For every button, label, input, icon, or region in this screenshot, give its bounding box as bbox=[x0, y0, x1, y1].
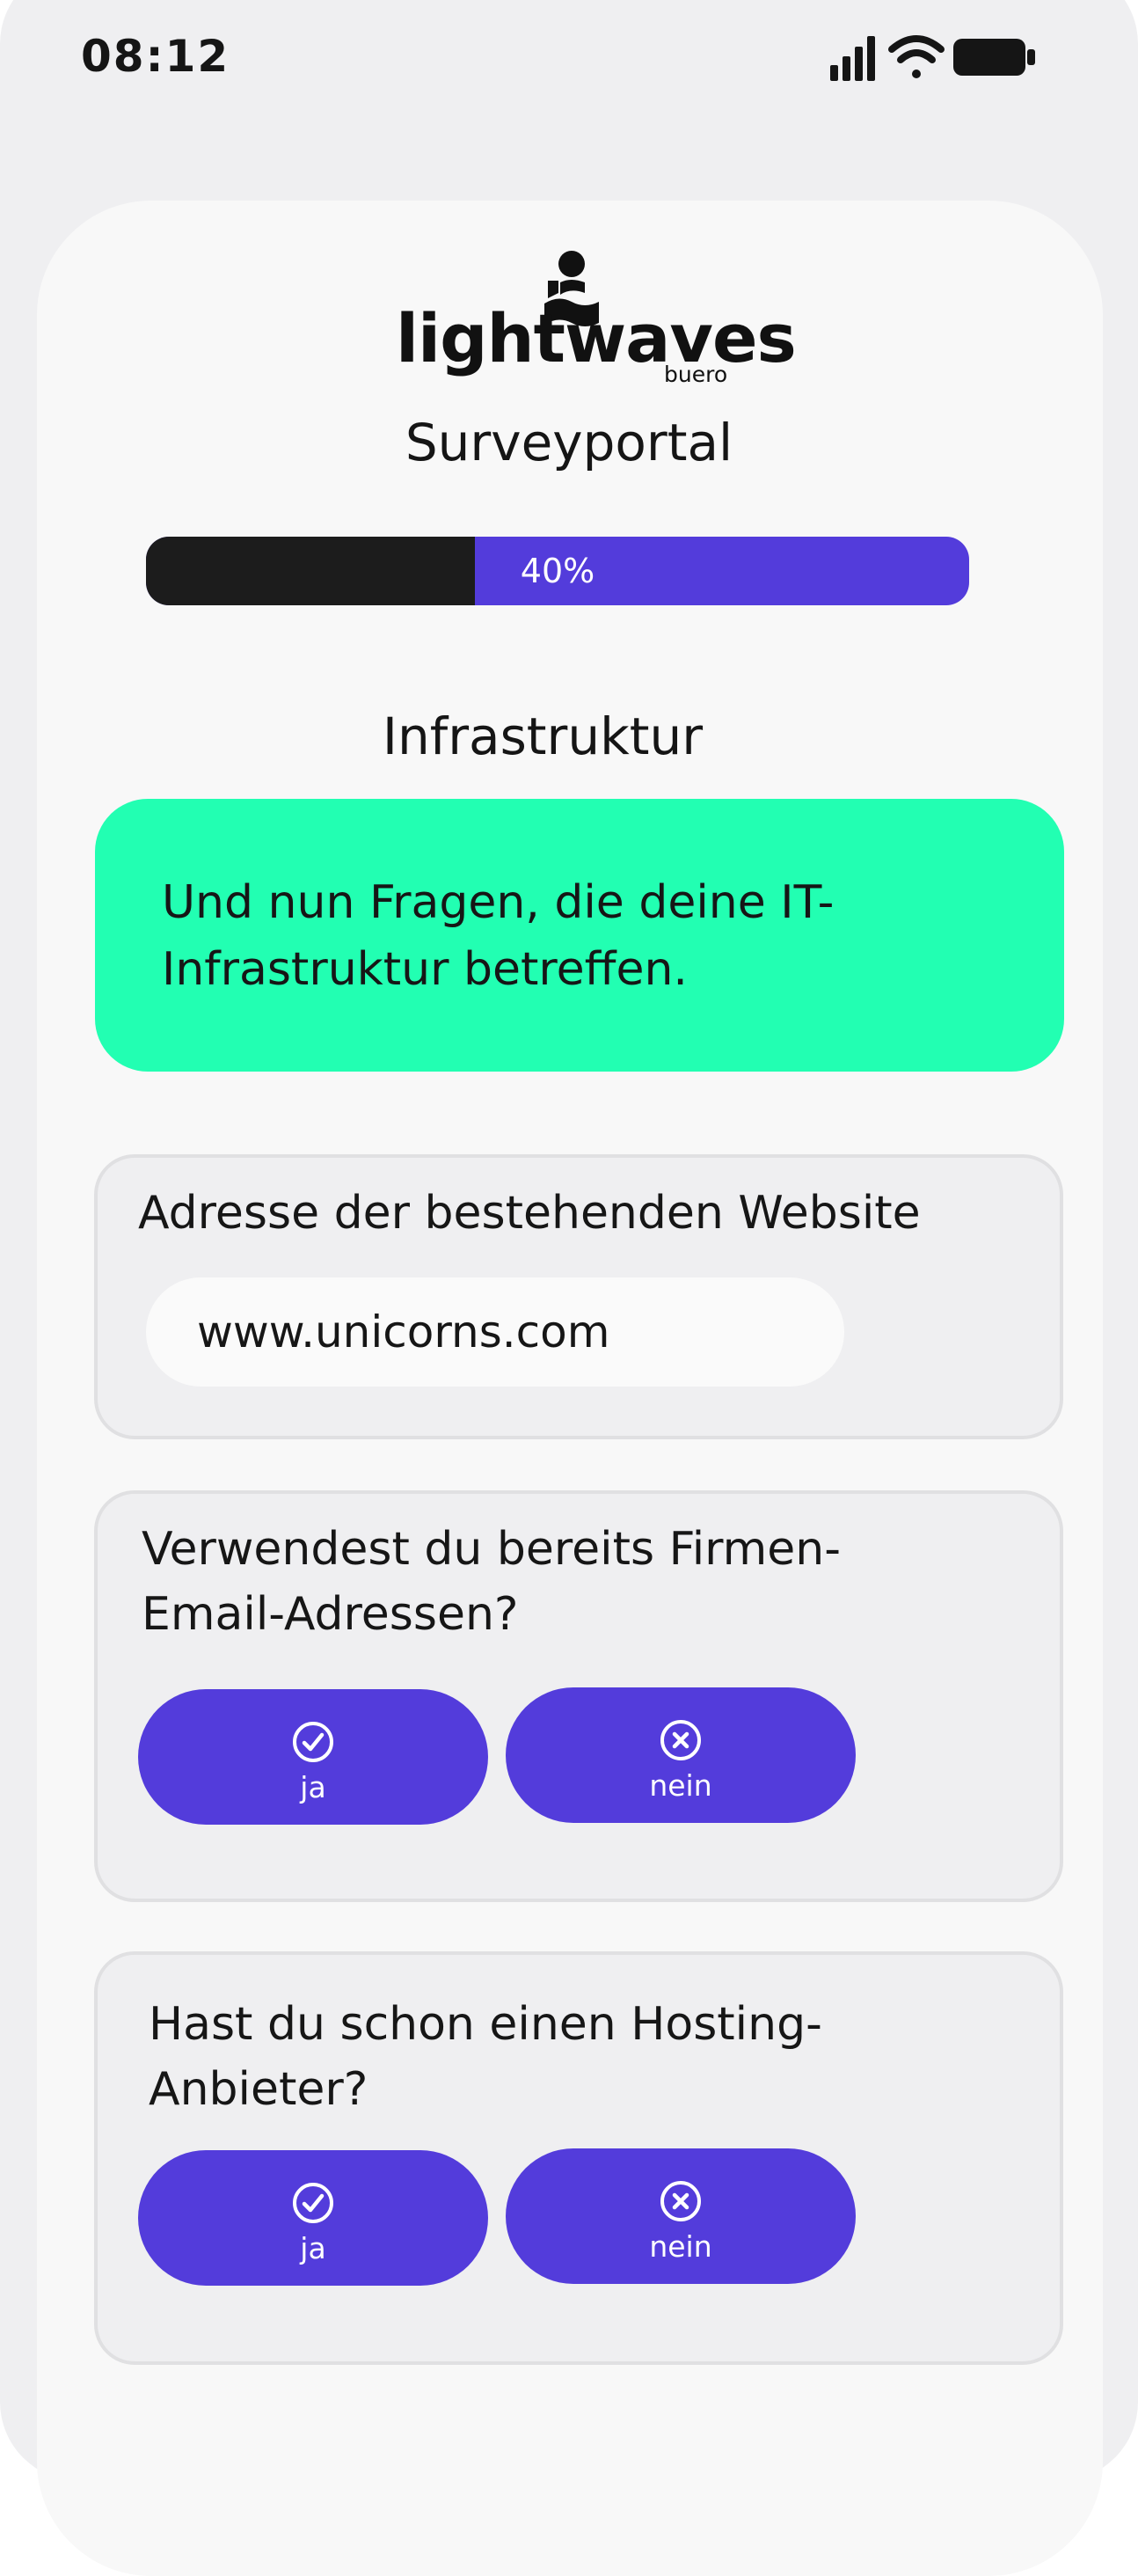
yes-button[interactable]: ja bbox=[138, 2150, 488, 2286]
no-button-label: nein bbox=[649, 2229, 712, 2264]
logo: lightwaves buero bbox=[396, 251, 797, 392]
check-circle-icon bbox=[293, 1722, 333, 1762]
yes-button[interactable]: ja bbox=[138, 1689, 488, 1825]
yes-button-label: ja bbox=[300, 1770, 326, 1804]
x-circle-icon bbox=[660, 1720, 701, 1760]
no-button[interactable]: nein bbox=[506, 1687, 856, 1823]
cellular-signal-icon bbox=[830, 36, 875, 81]
check-circle-icon bbox=[293, 2183, 333, 2223]
question-label: Adresse der bestehenden Website bbox=[138, 1187, 921, 1240]
logo-subtitle: buero bbox=[664, 362, 728, 387]
section-title: Infrastruktur bbox=[382, 706, 704, 766]
status-bar: 08:12 bbox=[0, 0, 1138, 97]
question-card-email: Verwendest du bereits Firmen-Email-Adres… bbox=[94, 1490, 1063, 1902]
intro-text: Und nun Fragen, die deine IT-Infrastrukt… bbox=[162, 876, 835, 996]
progress-bar: 40% bbox=[146, 537, 969, 605]
status-time: 08:12 bbox=[81, 31, 230, 82]
intro-banner: Und nun Fragen, die deine IT-Infrastrukt… bbox=[95, 799, 1064, 1072]
no-button-label: nein bbox=[649, 1768, 712, 1803]
question-card-hosting: Hast du schon einen Hosting-Anbieter? ja… bbox=[94, 1951, 1063, 2365]
question-label: Verwendest du bereits Firmen-Email-Adres… bbox=[142, 1523, 841, 1641]
question-card-website: Adresse der bestehenden Website bbox=[94, 1154, 1063, 1439]
progress-label: 40% bbox=[520, 552, 595, 590]
question-label: Hast du schon einen Hosting-Anbieter? bbox=[149, 1998, 822, 2116]
yes-button-label: ja bbox=[300, 2231, 326, 2265]
x-circle-icon bbox=[660, 2181, 701, 2221]
no-button[interactable]: nein bbox=[506, 2148, 856, 2284]
status-icons bbox=[830, 30, 1059, 91]
website-input[interactable] bbox=[146, 1277, 844, 1387]
wifi-icon bbox=[888, 35, 945, 78]
page-title: Surveyportal bbox=[405, 413, 733, 472]
battery-icon bbox=[953, 39, 1035, 76]
